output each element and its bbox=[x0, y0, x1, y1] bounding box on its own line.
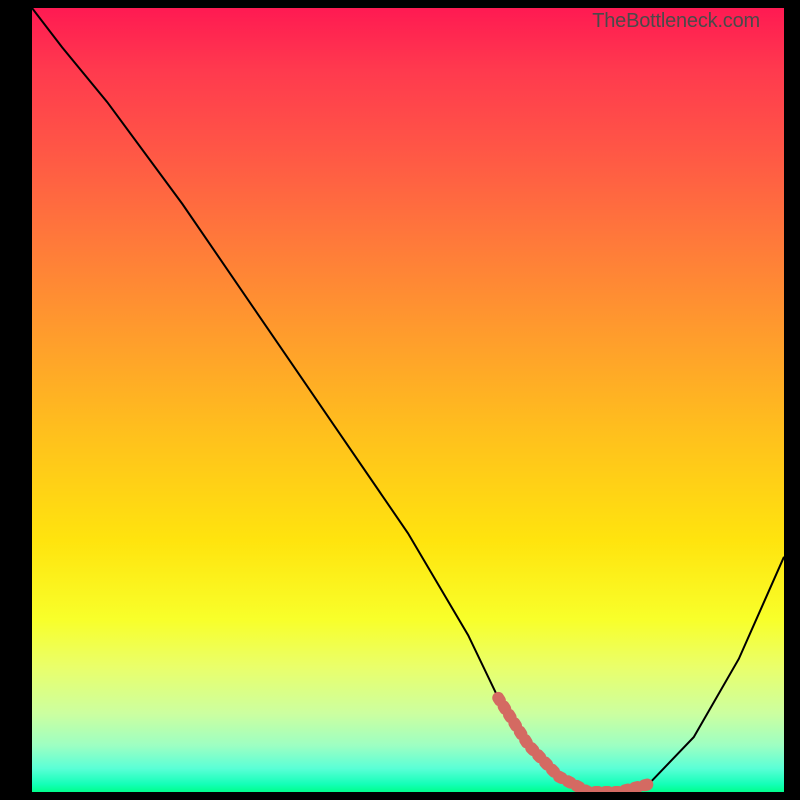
chart-frame: TheBottleneck.com bbox=[0, 0, 800, 800]
plot-area bbox=[32, 8, 784, 792]
attribution-label: TheBottleneck.com bbox=[592, 10, 760, 33]
bottleneck-curve bbox=[32, 8, 784, 792]
optimal-range-highlight bbox=[498, 698, 648, 792]
bottleneck-curve-svg bbox=[32, 8, 784, 792]
